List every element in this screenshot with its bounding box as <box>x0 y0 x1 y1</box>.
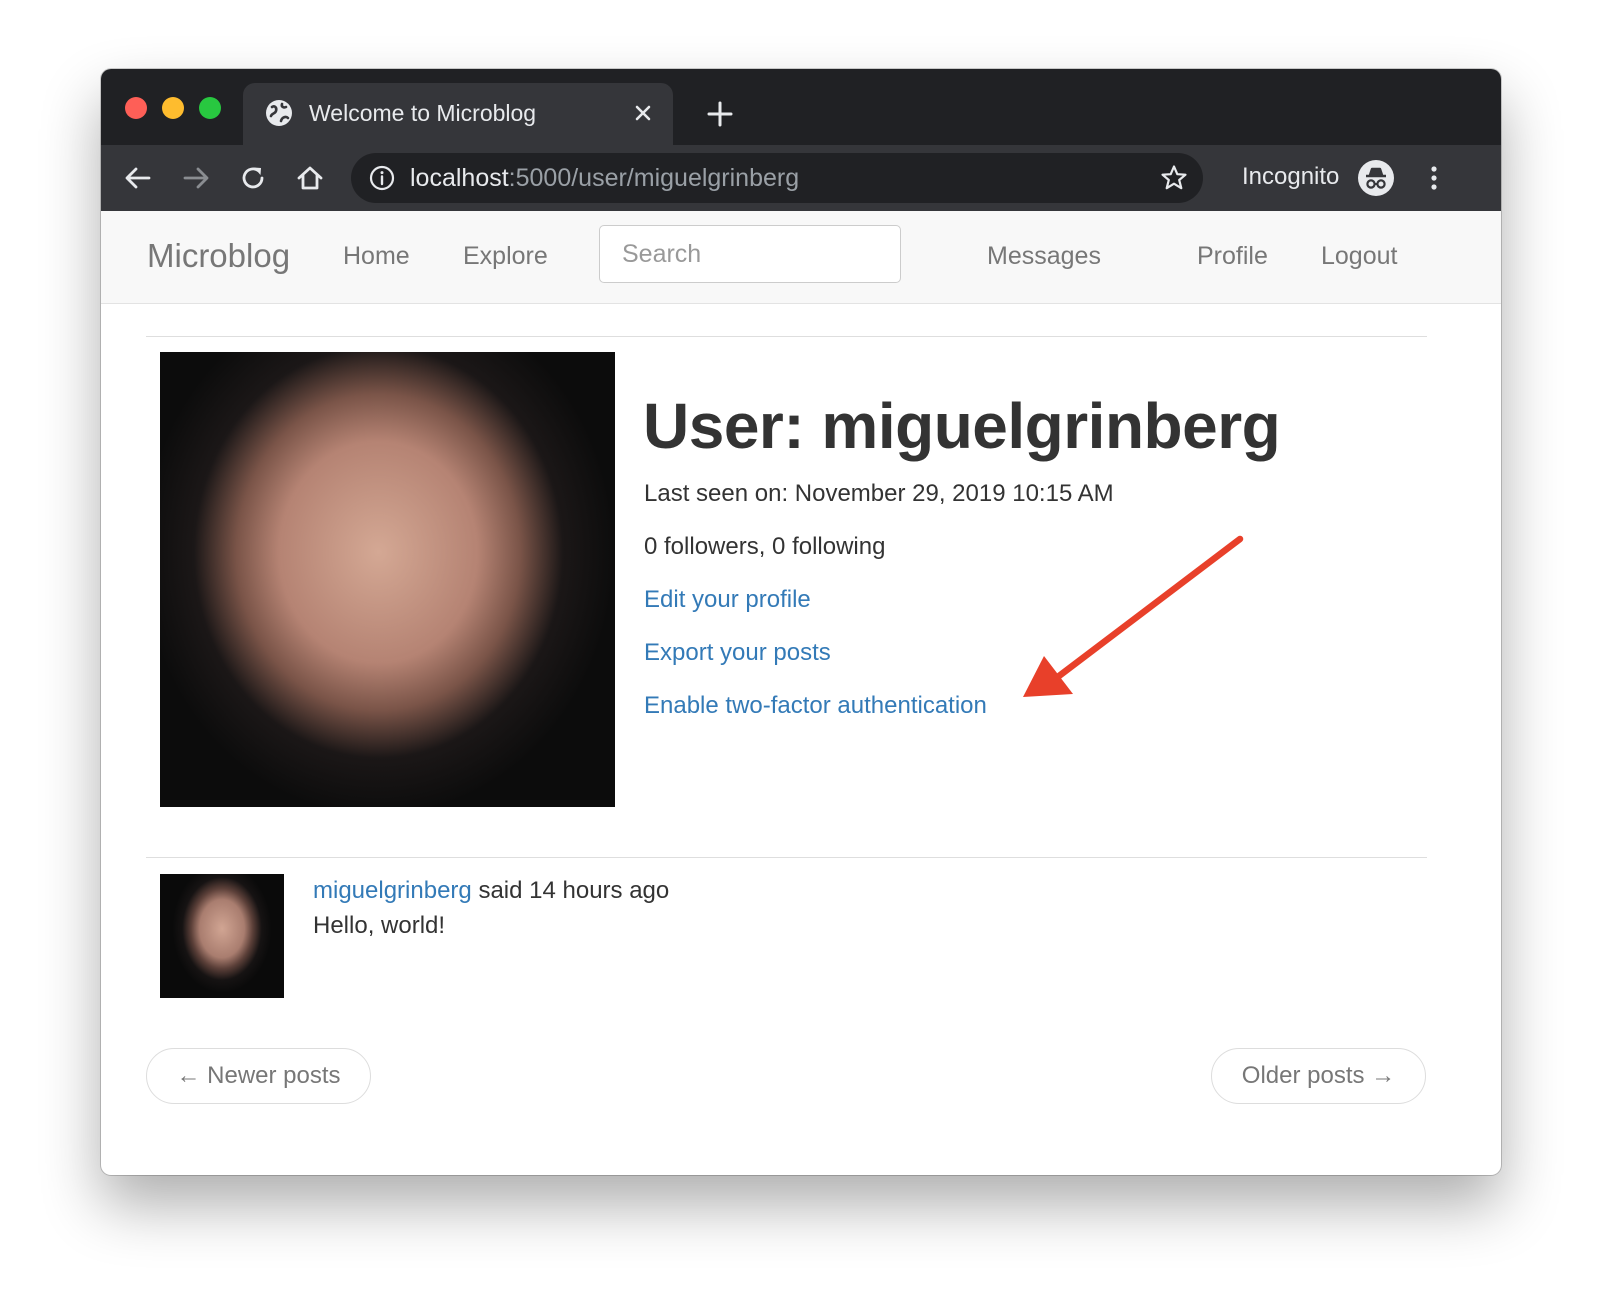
annotation-arrow-icon <box>1023 535 1244 697</box>
address-bar[interactable]: localhost:5000/user/miguelgrinberg <box>351 153 1203 203</box>
enable-two-factor-link[interactable]: Enable two-factor authentication <box>644 692 987 720</box>
globe-icon <box>266 100 292 126</box>
close-window-button[interactable] <box>125 97 147 119</box>
info-icon[interactable] <box>369 165 395 191</box>
nav-logout-link[interactable]: Logout <box>1321 242 1397 271</box>
last-seen-text: Last seen on: November 29, 2019 10:15 AM <box>644 480 1114 507</box>
incognito-icon[interactable] <box>1357 159 1395 197</box>
brand-link[interactable]: Microblog <box>147 237 290 275</box>
close-icon[interactable] <box>629 99 657 127</box>
post-avatar[interactable] <box>160 874 284 998</box>
post-body: Hello, world! <box>313 912 446 939</box>
back-arrow-icon[interactable] <box>123 163 153 193</box>
browser-tab[interactable]: Welcome to Microblog <box>243 83 673 145</box>
url-path: :5000/user/miguelgrinberg <box>508 164 800 192</box>
nav-messages-link[interactable]: Messages <box>987 242 1101 271</box>
post-author-link[interactable]: miguelgrinberg <box>313 877 472 904</box>
star-icon[interactable] <box>1159 163 1189 193</box>
incognito-label: Incognito <box>1242 163 1340 190</box>
edit-profile-link[interactable]: Edit your profile <box>644 586 811 614</box>
maximize-window-button[interactable] <box>199 97 221 119</box>
minimize-window-button[interactable] <box>162 97 184 119</box>
tab-title: Welcome to Microblog <box>309 100 537 126</box>
older-posts-button[interactable]: Older posts → <box>1211 1048 1426 1104</box>
search-input[interactable] <box>599 225 901 283</box>
divider <box>146 336 1427 337</box>
nav-home-link[interactable]: Home <box>343 242 410 271</box>
reload-icon[interactable] <box>238 163 268 193</box>
divider <box>146 857 1427 858</box>
follow-counts-text: 0 followers, 0 following <box>644 533 886 560</box>
browser-toolbar: localhost:5000/user/miguelgrinberg Incog… <box>101 145 1501 211</box>
tab-strip: Welcome to Microblog <box>101 69 1501 145</box>
url-text[interactable]: localhost:5000/user/miguelgrinberg <box>410 164 799 193</box>
forward-arrow-icon[interactable] <box>181 163 211 193</box>
page-title: User: miguelgrinberg <box>643 390 1281 462</box>
post-time: said 14 hours ago <box>478 877 670 904</box>
nav-explore-link[interactable]: Explore <box>463 242 548 271</box>
new-tab-icon[interactable] <box>705 99 735 129</box>
home-icon[interactable] <box>295 163 325 193</box>
user-avatar-large <box>160 352 615 807</box>
newer-posts-button[interactable]: ← Newer posts <box>146 1048 371 1104</box>
browser-window: Welcome to Microblog localhost:5000/user… <box>101 69 1501 1175</box>
url-host: localhost <box>410 164 509 192</box>
post-meta: miguelgrinberg said 14 hours ago <box>313 877 669 905</box>
more-vert-icon[interactable] <box>1419 163 1449 193</box>
export-posts-link[interactable]: Export your posts <box>644 639 831 667</box>
nav-profile-link[interactable]: Profile <box>1197 242 1268 271</box>
site-navbar: Microblog Home Explore Messages Profile … <box>101 211 1501 304</box>
